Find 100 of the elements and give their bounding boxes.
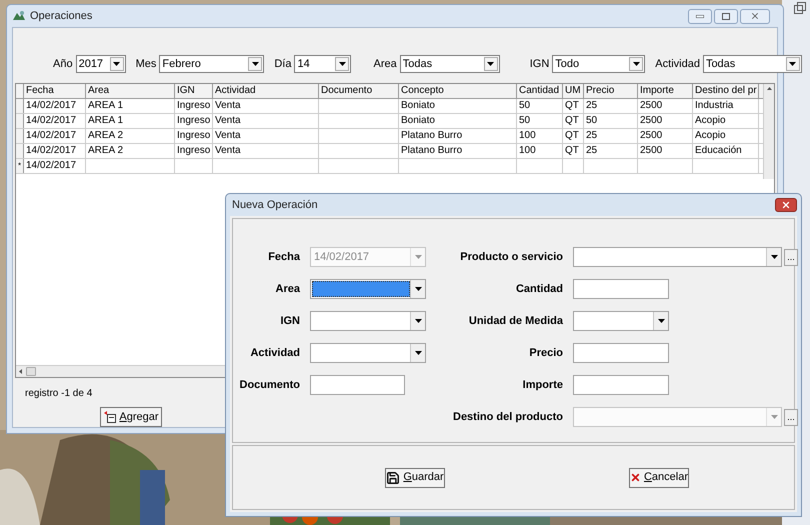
maximize-button[interactable] bbox=[714, 8, 738, 24]
table-cell: QT bbox=[565, 145, 579, 156]
filter-dropdown[interactable]: 2017 bbox=[76, 55, 126, 73]
dialog-title: Nueva Operación bbox=[232, 198, 318, 213]
table-cell: 50 bbox=[519, 100, 530, 111]
field-label: Importe bbox=[522, 378, 564, 393]
row-header[interactable] bbox=[16, 114, 24, 128]
filter-label: Día bbox=[274, 56, 292, 72]
field-label: Documento bbox=[238, 378, 301, 393]
record-status: registro -1 de 4 bbox=[25, 387, 92, 401]
column-header[interactable]: IGN bbox=[175, 84, 213, 98]
caret-icon bbox=[487, 62, 494, 66]
add-document-icon bbox=[103, 411, 118, 423]
table-cell: Platano Burro bbox=[401, 130, 462, 141]
save-icon bbox=[386, 470, 400, 484]
field-label: Destino del producto bbox=[452, 410, 564, 425]
column-header[interactable]: Area bbox=[86, 84, 175, 98]
filter-label: Año bbox=[53, 56, 73, 72]
table-cell: 50 bbox=[519, 115, 530, 126]
restore-icon[interactable] bbox=[794, 2, 806, 14]
table-cell: AREA 1 bbox=[88, 100, 124, 111]
table-cell: Venta bbox=[215, 115, 241, 126]
input-field[interactable] bbox=[573, 279, 669, 299]
filter-dropdown[interactable]: 14 bbox=[294, 55, 352, 73]
scroll-thumb[interactable] bbox=[26, 367, 36, 376]
column-header[interactable]: Cantidad bbox=[517, 84, 563, 98]
maximize-icon bbox=[722, 12, 730, 20]
app-icon bbox=[12, 10, 26, 22]
row-header[interactable] bbox=[16, 99, 24, 113]
caret-icon bbox=[252, 62, 259, 66]
caret-icon bbox=[770, 255, 778, 259]
table-cell: 14/02/2017 bbox=[26, 160, 76, 171]
save-button[interactable]: Guardar bbox=[385, 468, 445, 488]
column-header[interactable]: UM bbox=[563, 84, 584, 98]
table-cell: Educación bbox=[695, 145, 742, 156]
cancel-button[interactable]: Cancelar bbox=[629, 468, 689, 488]
column-header[interactable]: Fecha bbox=[24, 84, 86, 98]
dropdown-value: Febrero bbox=[162, 56, 201, 72]
field-label: Producto o servicio bbox=[459, 250, 564, 265]
table-cell: 2500 bbox=[640, 145, 662, 156]
table-cell: QT bbox=[565, 100, 579, 111]
table-cell: 14/02/2017 bbox=[26, 130, 76, 141]
table-cell: Venta bbox=[215, 145, 241, 156]
row-header[interactable]: * bbox=[16, 159, 24, 173]
scroll-up-icon bbox=[766, 87, 772, 90]
browse-button[interactable]: ... bbox=[784, 248, 798, 266]
input-field[interactable] bbox=[573, 375, 669, 395]
column-header[interactable]: Actividad bbox=[213, 84, 319, 98]
table-cell: 14/02/2017 bbox=[26, 145, 76, 156]
filter-label: Actividad bbox=[655, 56, 700, 72]
table-cell: Ingreso bbox=[177, 115, 210, 126]
field-label: Fecha bbox=[267, 250, 301, 265]
table-cell: Acopio bbox=[695, 130, 726, 141]
table-cell: Venta bbox=[215, 130, 241, 141]
add-button[interactable]: Agregar bbox=[100, 407, 162, 427]
filter-dropdown[interactable]: Todo bbox=[552, 55, 646, 73]
table-cell: Platano Burro bbox=[401, 145, 462, 156]
row-header[interactable] bbox=[16, 144, 24, 158]
dropdown-value: 2017 bbox=[78, 56, 104, 72]
close-button[interactable] bbox=[775, 198, 797, 212]
field-value: 14/02/2017 bbox=[314, 251, 370, 263]
field-label: Actividad bbox=[249, 346, 301, 361]
filter-dropdown[interactable]: Todas bbox=[400, 55, 500, 73]
dropdown-value: 14 bbox=[297, 56, 310, 72]
column-header[interactable]: Concepto bbox=[399, 84, 517, 98]
table-cell: 14/02/2017 bbox=[26, 100, 76, 111]
field-label: Precio bbox=[528, 346, 564, 361]
filter-dropdown[interactable]: Todas bbox=[702, 55, 802, 73]
column-header[interactable]: Precio bbox=[584, 84, 638, 98]
column-header[interactable]: Importe bbox=[638, 84, 693, 98]
column-header[interactable]: Documento bbox=[319, 84, 399, 98]
table-cell: Ingreso bbox=[177, 100, 210, 111]
table-cell: AREA 1 bbox=[88, 115, 124, 126]
input-field[interactable] bbox=[310, 375, 405, 395]
caret-icon bbox=[414, 319, 422, 323]
table-cell: Venta bbox=[215, 100, 241, 111]
field-label: Unidad de Medida bbox=[468, 314, 564, 329]
table-cell: QT bbox=[565, 115, 579, 126]
table-cell: 25 bbox=[586, 130, 598, 141]
minimize-button[interactable] bbox=[688, 8, 712, 24]
filter-dropdown[interactable]: Febrero bbox=[159, 55, 264, 73]
scroll-left-icon bbox=[19, 369, 22, 374]
input-field[interactable] bbox=[573, 343, 669, 363]
minimize-icon bbox=[696, 14, 704, 18]
table-cell: 25 bbox=[586, 145, 598, 156]
table-cell: Acopio bbox=[695, 115, 726, 126]
row-header[interactable] bbox=[16, 129, 24, 143]
row-marker: * bbox=[18, 162, 22, 170]
table-cell: Industria bbox=[695, 100, 734, 111]
caret-icon bbox=[658, 319, 664, 323]
table-cell: 2500 bbox=[640, 130, 662, 141]
filter-label: Area bbox=[373, 56, 397, 72]
filter-label: Mes bbox=[136, 56, 156, 72]
vertical-scrollbar[interactable] bbox=[763, 84, 774, 179]
column-header[interactable]: Destino del pr bbox=[693, 84, 759, 98]
caret-icon bbox=[414, 255, 422, 259]
combo-box[interactable] bbox=[310, 279, 426, 299]
table-cell: QT bbox=[565, 130, 579, 141]
caret-icon bbox=[770, 415, 778, 419]
caret-icon bbox=[338, 62, 346, 66]
